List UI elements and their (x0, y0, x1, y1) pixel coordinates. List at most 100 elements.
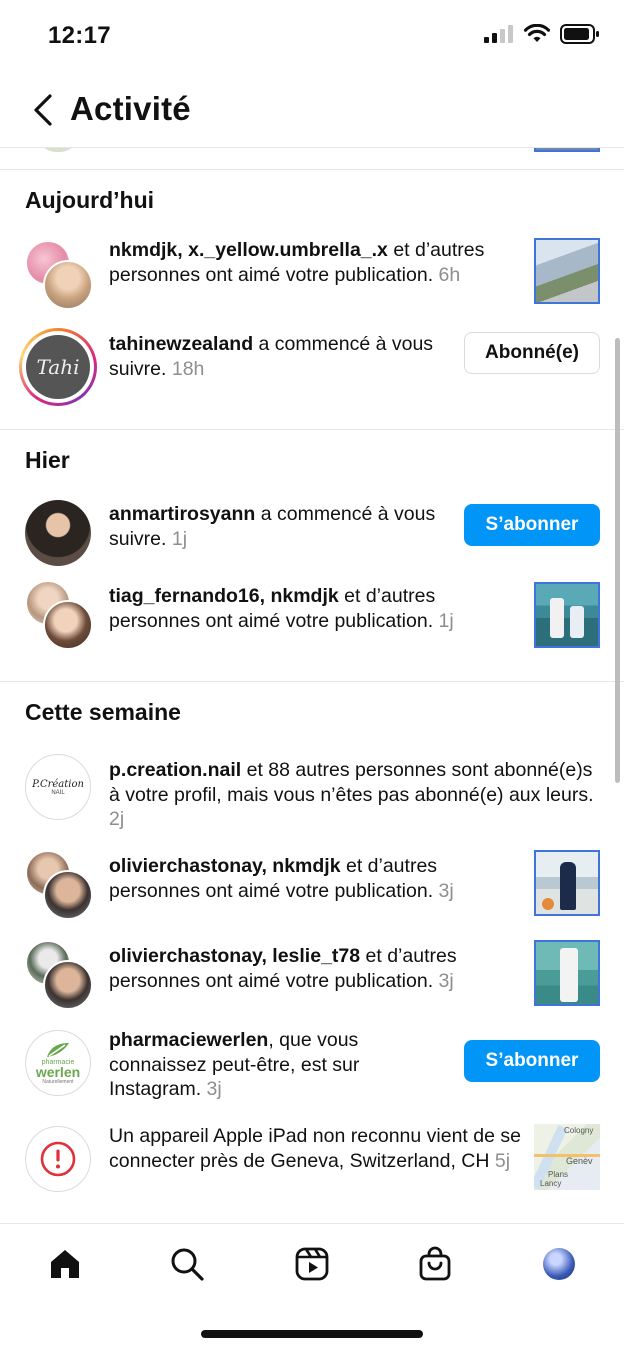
bottom-nav (0, 1223, 624, 1350)
username[interactable]: anmartirosyann (109, 503, 255, 525)
username[interactable]: tahinewzealand (109, 333, 253, 355)
header: Activité (0, 76, 624, 148)
avatar-sub-text: NAIL (51, 789, 65, 796)
timestamp: 1j (438, 609, 454, 632)
status-bar: 12:17 (0, 0, 624, 76)
avatar (38, 148, 78, 152)
status-icons (484, 24, 600, 44)
activity-row[interactable]: Tahi tahinewzealand a commencé à vous su… (0, 322, 624, 414)
activity-row[interactable]: tiag_fernando16, nkmdjk et d’autres pers… (0, 580, 624, 670)
map-label: Plans (548, 1170, 569, 1179)
avatar-wrap[interactable] (25, 500, 91, 566)
timestamp: 5j (494, 1149, 511, 1172)
activity-text: pharmaciewerlen, que vous connaissez peu… (109, 1028, 452, 1102)
cellular-signal-icon (484, 25, 513, 43)
timestamp: 3j (438, 879, 454, 902)
row-action: S’abonner (464, 1040, 600, 1082)
chevron-left-icon (34, 94, 52, 126)
post-thumbnail[interactable] (534, 940, 600, 1006)
activity-row[interactable]: P.Création NAIL p.creation.nail et 88 au… (0, 742, 624, 848)
section-title: Aujourd’hui (25, 187, 155, 213)
username[interactable]: olivierchastonay, nkmdjk (109, 855, 341, 877)
nav-profile[interactable] (537, 1242, 581, 1286)
avatar: P.Création NAIL (25, 754, 91, 820)
activity-row[interactable]: olivierchastonay, nkmdjk et d’autres per… (0, 848, 624, 938)
post-thumbnail-link[interactable] (534, 940, 600, 1006)
activity-row[interactable]: olivierchastonay, leslie_t78 et d’autres… (0, 938, 624, 1028)
post-thumbnail-link[interactable] (534, 238, 600, 304)
alert-avatar (25, 1126, 91, 1192)
post-thumbnail-link[interactable] (534, 582, 600, 648)
avatar (25, 500, 91, 566)
story-avatar[interactable]: Tahi (19, 328, 97, 406)
nav-home[interactable] (43, 1242, 87, 1286)
activity-text: anmartirosyann a commencé à vous suivre.… (109, 502, 452, 551)
activity-row[interactable]: nkmdjk, x._yellow.umbrella_.x et d’autre… (0, 230, 624, 322)
alert-icon (40, 1141, 76, 1177)
nav-shop[interactable] (413, 1242, 457, 1286)
map-thumbnail[interactable]: Cologny Genèv Plans Lancy (534, 1124, 600, 1190)
avatar (43, 600, 93, 650)
follow-button[interactable]: S’abonner (464, 1040, 600, 1082)
avatar-wrap[interactable]: pharmacie werlen Naturellement (25, 1030, 91, 1096)
activity-text: tiag_fernando16, nkmdjk et d’autres pers… (109, 584, 522, 633)
section-yesterday: Hier anmartirosyann a commencé à vous su… (0, 430, 624, 682)
status-time: 12:17 (48, 22, 111, 49)
username[interactable]: p.creation.nail (109, 759, 241, 781)
post-thumbnail-link[interactable] (534, 850, 600, 916)
activity-text: p.creation.nail et 88 autres personnes s… (109, 758, 600, 832)
stacked-avatars (25, 240, 93, 310)
back-button[interactable] (28, 90, 58, 130)
timestamp: 3j (206, 1078, 222, 1100)
avatar: pharmacie werlen Naturellement (25, 1030, 91, 1096)
product-bottle (570, 606, 584, 638)
activity-row[interactable]: Un appareil Apple iPad non reconnu vient… (0, 1124, 624, 1220)
activity-list[interactable]: Aujourd’hui nkmdjk, x._yellow.umbrella_.… (0, 148, 624, 1223)
battery-icon (560, 24, 599, 44)
avatar-sub-text: Naturellement (42, 1079, 74, 1085)
home-icon (51, 1250, 79, 1278)
row-action: Abonné(e) (464, 332, 600, 374)
wifi-icon (524, 24, 550, 42)
product-item (542, 898, 554, 910)
following-button[interactable]: Abonné(e) (464, 332, 600, 374)
product-bottle (560, 948, 578, 1002)
avatar-wrap (25, 1126, 91, 1192)
map-label: Genèv (566, 1156, 593, 1166)
nav-reels[interactable] (290, 1242, 334, 1286)
activity-text: nkmdjk, x._yellow.umbrella_.x et d’autre… (109, 238, 522, 287)
avatar-wrap[interactable]: P.Création NAIL (25, 754, 91, 820)
username[interactable]: olivierchastonay, leslie_t78 (109, 945, 360, 967)
search-icon (171, 1248, 204, 1281)
username[interactable]: nkmdjk, x._yellow.umbrella_.x (109, 239, 388, 261)
timestamp: 1j (171, 527, 188, 550)
stacked-avatars (25, 940, 93, 1010)
avatar (43, 960, 93, 1010)
activity-row[interactable]: anmartirosyann a commencé à vous suivre.… (0, 490, 624, 580)
activity-text: tahinewzealand a commencé à vous suivre.… (109, 332, 452, 381)
avatar (43, 260, 93, 310)
timestamp: 2j (109, 808, 125, 830)
activity-row[interactable]: pharmacie werlen Naturellement pharmacie… (0, 1028, 624, 1124)
nav-search[interactable] (165, 1242, 209, 1286)
page-title: Activité (70, 90, 191, 127)
scrollbar[interactable] (615, 338, 620, 783)
row-action: S’abonner (464, 504, 600, 546)
home-indicator[interactable] (201, 1330, 423, 1338)
section-today: Aujourd’hui nkmdjk, x._yellow.umbrella_.… (0, 170, 624, 430)
shop-icon (419, 1246, 451, 1281)
timestamp: 3j (438, 969, 454, 992)
profile-avatar (543, 1248, 575, 1280)
stacked-avatars (25, 850, 93, 920)
username[interactable]: pharmaciewerlen (109, 1029, 268, 1051)
activity-text: Un appareil Apple iPad non reconnu vient… (109, 1124, 522, 1173)
avatar-brand-text: P.Création (32, 778, 84, 790)
timestamp: 18h (171, 357, 205, 380)
post-thumbnail[interactable] (534, 850, 600, 916)
username[interactable]: tiag_fernando16, nkmdjk (109, 585, 339, 607)
section-title: Hier (25, 447, 70, 473)
follow-button[interactable]: S’abonner (464, 504, 600, 546)
post-thumbnail[interactable] (534, 238, 600, 304)
post-thumbnail[interactable] (534, 582, 600, 648)
timestamp: 6h (438, 263, 461, 286)
